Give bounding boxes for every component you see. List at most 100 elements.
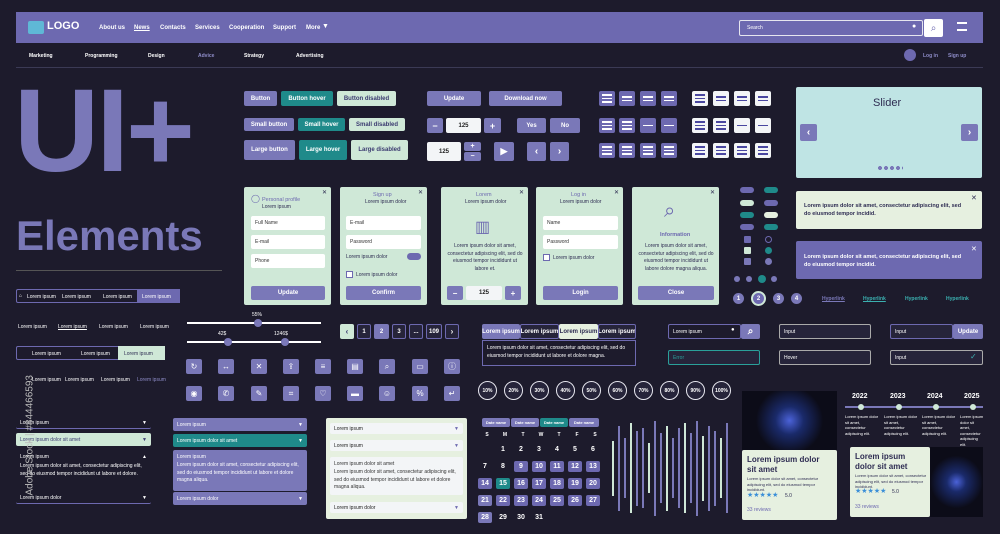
checkbox[interactable] xyxy=(543,254,550,261)
no-button[interactable]: No xyxy=(550,118,580,133)
dropdown-label[interactable]: Lorem ipsum dolor sit amet xyxy=(334,461,394,467)
toggle-switch[interactable] xyxy=(740,200,754,206)
plus-icon[interactable] xyxy=(755,118,771,133)
hover-input[interactable]: Hover xyxy=(779,350,871,365)
calendar-day[interactable]: 28 xyxy=(478,512,492,523)
calendar-day[interactable]: 30 xyxy=(514,512,528,523)
small-hover-button[interactable]: Small hover xyxy=(298,118,345,131)
percent-icon[interactable]: % xyxy=(412,386,428,401)
nav-link-news[interactable]: News xyxy=(134,25,150,31)
breadcrumb-item[interactable]: Lorem ipsum xyxy=(27,294,56,300)
avatar-icon[interactable] xyxy=(904,49,916,61)
breadcrumb-item[interactable]: Lorem ipsum xyxy=(101,377,130,383)
toggle-switch[interactable] xyxy=(764,187,778,193)
calendar-day[interactable]: 2 xyxy=(514,444,528,455)
profile-update-button[interactable]: Update xyxy=(251,286,325,300)
breadcrumb-item[interactable]: Lorem ipsum xyxy=(81,351,110,357)
phone-icon[interactable]: ✆ xyxy=(218,386,234,401)
pager-dot-4[interactable]: 4 xyxy=(791,293,802,304)
align-icon[interactable] xyxy=(619,118,635,133)
radio-button[interactable] xyxy=(765,236,772,243)
align-left-icon[interactable] xyxy=(599,143,615,158)
breadcrumb-item[interactable]: Lorem ipsum xyxy=(124,351,153,357)
checkbox[interactable] xyxy=(346,271,353,278)
hyperlink[interactable]: Hyperlink xyxy=(905,296,928,302)
more-icon[interactable] xyxy=(734,118,750,133)
radio-button[interactable] xyxy=(765,258,772,265)
grid-view-icon[interactable] xyxy=(755,91,771,106)
timeline-dot[interactable] xyxy=(896,404,902,410)
accordion-item-active[interactable]: Lorem ipsum dolor sit amet ▼ xyxy=(16,433,151,446)
grid-view-icon[interactable] xyxy=(640,91,656,106)
toggle-switch[interactable] xyxy=(764,212,778,218)
large-hover-button[interactable]: Large hover xyxy=(299,140,347,160)
justify-icon[interactable] xyxy=(755,143,771,158)
nav-link-about[interactable]: About us xyxy=(99,25,125,31)
breadcrumb-item[interactable]: Lorem ipsum xyxy=(103,294,132,300)
close-icon[interactable]: ✕ xyxy=(614,189,619,196)
slider-dots[interactable] xyxy=(877,166,903,170)
qty-input[interactable]: 125 xyxy=(466,286,502,300)
nav-link-cooperation[interactable]: Cooperation xyxy=(229,25,264,31)
close-icon[interactable]: ✕ xyxy=(710,189,715,196)
input-field[interactable]: Input xyxy=(779,324,871,339)
large-button[interactable]: Large button xyxy=(244,140,295,160)
accordion-item[interactable]: Lorem ipsum ▼ xyxy=(16,417,151,429)
align-icon[interactable] xyxy=(692,118,708,133)
radio-button[interactable] xyxy=(765,247,772,254)
crop-icon[interactable]: ⌗ xyxy=(283,386,299,401)
align-right-icon[interactable] xyxy=(713,143,729,158)
trash-icon[interactable]: ▤ xyxy=(347,359,363,374)
align-center-icon[interactable] xyxy=(734,143,750,158)
accordion-label[interactable]: Lorem ipsum xyxy=(177,454,206,460)
page-last[interactable]: 109 xyxy=(426,324,442,339)
search-input[interactable] xyxy=(739,20,923,36)
search-icon[interactable]: ⌕ xyxy=(379,359,395,374)
search-button[interactable]: ⌕ xyxy=(741,324,760,339)
pen-icon[interactable]: ✎ xyxy=(251,386,267,401)
dropdown-item[interactable]: Lorem ipsum dolor ▼ xyxy=(330,502,463,513)
settings-icon[interactable]: ≡ xyxy=(315,359,331,374)
qty-plus-button[interactable]: + xyxy=(484,118,501,133)
close-button[interactable]: Close xyxy=(638,286,714,300)
dropdown-item[interactable]: Lorem ipsum ▼ xyxy=(330,440,463,451)
calendar-tab[interactable]: Date name xyxy=(540,418,568,427)
align-left-icon[interactable] xyxy=(692,143,708,158)
nav-link-contacts[interactable]: Contacts xyxy=(160,25,186,31)
confirm-button[interactable]: Confirm xyxy=(346,286,421,300)
calendar-day[interactable]: 18 xyxy=(550,478,564,489)
checkbox[interactable] xyxy=(744,247,751,254)
password-field[interactable]: Password xyxy=(346,235,421,249)
toggle-switch[interactable] xyxy=(764,224,778,230)
name-field[interactable]: Name xyxy=(543,216,618,230)
justify-icon[interactable] xyxy=(661,143,677,158)
login-link[interactable]: Log in xyxy=(923,53,938,59)
full-name-field[interactable]: Full Name xyxy=(251,216,325,230)
plus-icon[interactable] xyxy=(661,118,677,133)
password-field[interactable]: Password xyxy=(543,235,618,249)
return-icon[interactable]: ↵ xyxy=(444,386,460,401)
button-hover[interactable]: Button hover xyxy=(281,91,333,106)
tab[interactable]: Lorem ipsum xyxy=(598,324,636,339)
qty-stepper-input[interactable]: 125 xyxy=(427,142,461,161)
pager-next-button[interactable]: › xyxy=(445,324,459,339)
breadcrumb-item[interactable]: Lorem ipsum xyxy=(140,324,169,330)
timeline-dot[interactable] xyxy=(933,404,939,410)
calendar-day[interactable]: 13 xyxy=(586,461,600,472)
calendar-day[interactable]: 12 xyxy=(568,461,582,472)
heart-icon[interactable]: ♡ xyxy=(315,386,331,401)
align-center-icon[interactable] xyxy=(640,143,656,158)
hyperlink[interactable]: Hyperlink xyxy=(822,296,845,302)
toggle-switch[interactable] xyxy=(764,200,778,206)
accordion-item[interactable]: Lorem ipsum ▼ xyxy=(173,418,307,431)
download-button[interactable]: Download now xyxy=(489,91,562,106)
close-icon[interactable]: ✕ xyxy=(322,189,327,196)
logo-icon[interactable] xyxy=(28,21,44,34)
page-1[interactable]: 1 xyxy=(357,324,371,339)
qty-minus-button[interactable]: − xyxy=(427,118,443,133)
calendar-day[interactable]: 1 xyxy=(496,444,510,455)
prev-arrow-button[interactable]: ‹ xyxy=(527,142,546,161)
calendar-tab[interactable]: Date name xyxy=(569,418,599,427)
nav-link-more[interactable]: More xyxy=(306,25,320,31)
resize-icon[interactable]: ↔ xyxy=(218,359,234,374)
